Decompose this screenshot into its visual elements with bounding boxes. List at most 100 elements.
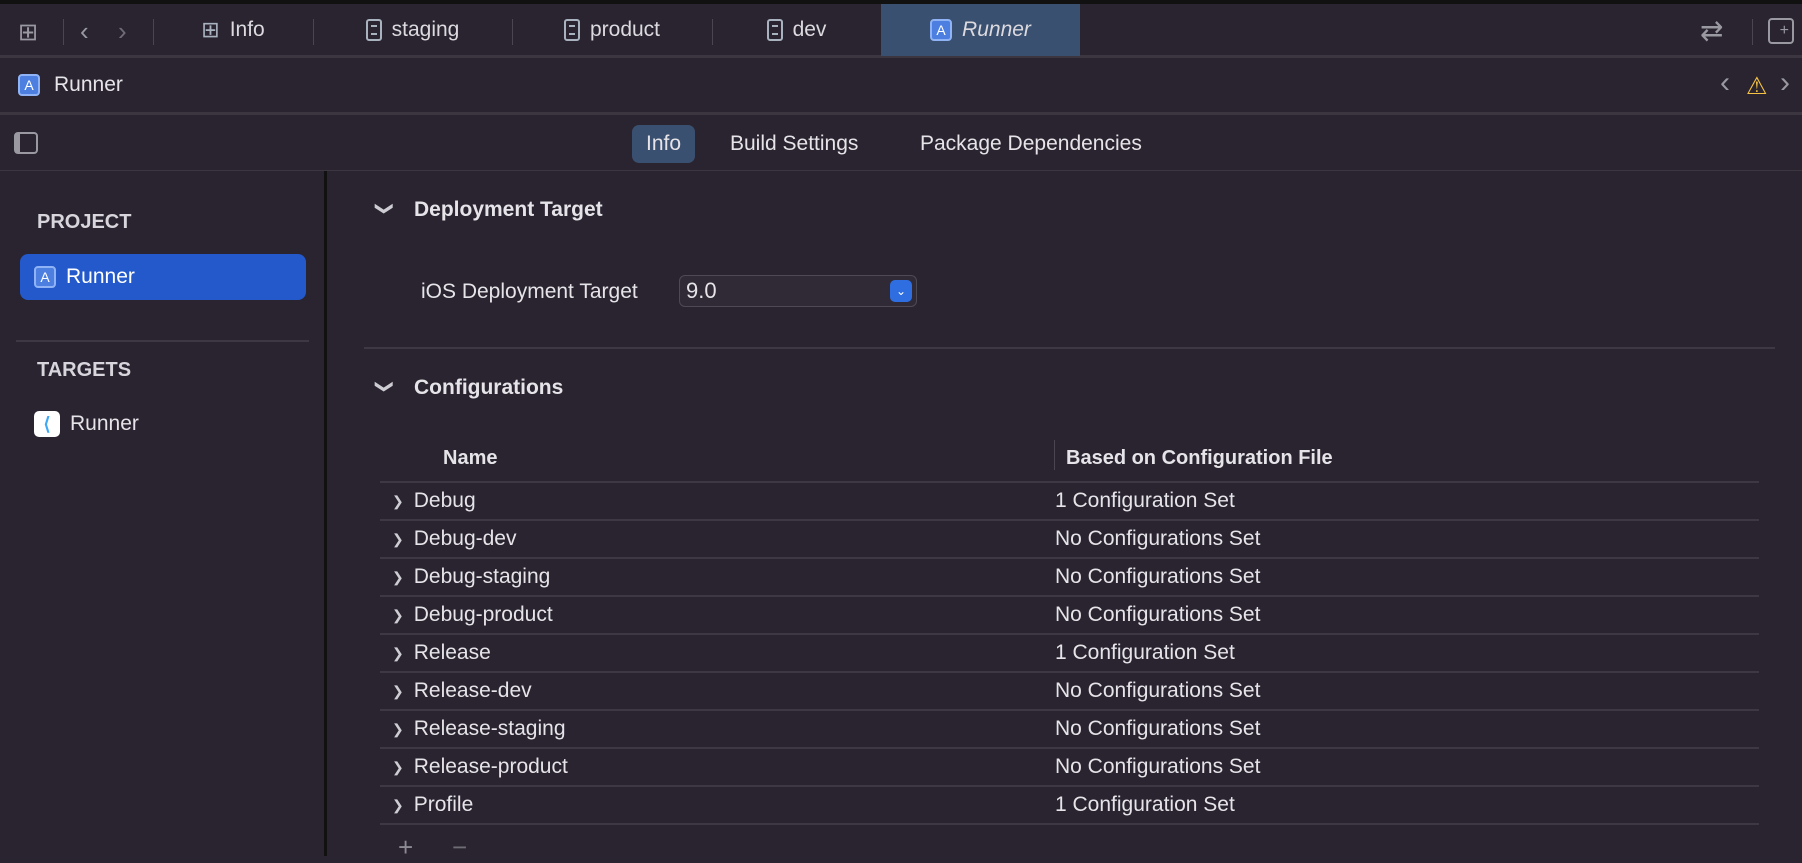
table-row[interactable]: ❯ Release-staging No Configurations Set: [380, 711, 1759, 749]
warning-icon[interactable]: ⚠: [1746, 72, 1768, 101]
tab-build-settings[interactable]: Build Settings: [716, 125, 872, 163]
name-cell: ❯ Release-product: [380, 755, 1055, 779]
add-editor-panel-icon[interactable]: +: [1768, 18, 1794, 44]
forward-chevron-icon[interactable]: ›: [118, 16, 127, 47]
configuration-file: 1 Configuration Set: [1055, 489, 1235, 512]
expand-chevron-icon[interactable]: ❯: [392, 721, 404, 738]
name-cell: ❯ Release-dev: [380, 679, 1055, 703]
column-divider: [1054, 440, 1055, 470]
configuration-file: No Configurations Set: [1055, 603, 1261, 626]
table-header: Name Based on Configuration File: [380, 436, 1759, 483]
sidebar-item-project-runner[interactable]: A Runner: [20, 254, 306, 300]
collapse-deployment-chevron-icon[interactable]: ❯: [374, 201, 395, 216]
swap-arrows-icon[interactable]: ⇄: [1700, 14, 1723, 47]
name-cell: ❯ Release-staging: [380, 717, 1055, 741]
table-row[interactable]: ❯ Release-dev No Configurations Set: [380, 673, 1759, 711]
collapse-configurations-chevron-icon[interactable]: ❯: [374, 379, 395, 394]
tab-dev[interactable]: dev: [712, 4, 881, 56]
column-header-file[interactable]: Based on Configuration File: [1055, 447, 1333, 470]
table-row[interactable]: ❯ Debug-staging No Configurations Set: [380, 559, 1759, 597]
configuration-name: Debug-staging: [413, 565, 551, 588]
expand-chevron-icon[interactable]: ❯: [392, 493, 404, 510]
configuration-file: No Configurations Set: [1055, 717, 1261, 740]
sidebar-item-target-runner[interactable]: ⟨ Runner: [20, 401, 306, 447]
app-project-icon: A: [34, 266, 56, 288]
table-row[interactable]: ❯ Release 1 Configuration Set: [380, 635, 1759, 673]
configuration-name: Release-product: [413, 755, 568, 778]
jump-bar-runner[interactable]: Runner: [54, 73, 123, 97]
expand-chevron-icon[interactable]: ❯: [392, 683, 404, 700]
tab-info[interactable]: ⊞ Info: [153, 4, 313, 56]
name-cell: ❯ Debug-product: [380, 603, 1055, 627]
tab-product[interactable]: product: [512, 4, 712, 56]
tab-package-dependencies[interactable]: Package Dependencies: [906, 125, 1156, 163]
sidebar-toggle-icon[interactable]: [14, 132, 38, 154]
configurations-heading: Configurations: [414, 376, 564, 399]
remove-configuration-button[interactable]: −: [452, 832, 467, 863]
tab-label: Build Settings: [730, 132, 859, 155]
ios-deployment-target-popup[interactable]: 9.0 ⌄: [679, 275, 917, 307]
configuration-name: Debug: [413, 489, 476, 512]
divider: [364, 347, 1775, 349]
configuration-name: Release-dev: [413, 679, 532, 702]
configuration-name: Debug-dev: [413, 527, 517, 550]
divider: [1752, 19, 1753, 45]
expand-chevron-icon[interactable]: ❯: [392, 531, 404, 548]
tab-label: dev: [792, 18, 827, 41]
project-navigator: PROJECT A Runner TARGETS ⟨ Runner: [0, 171, 327, 856]
sidebar-item-label: Runner: [66, 265, 135, 288]
deployment-target-heading: Deployment Target: [414, 198, 603, 221]
configuration-name: Release: [413, 641, 491, 664]
tab-staging[interactable]: staging: [313, 4, 512, 56]
document-icon: [365, 19, 382, 41]
chevron-down-icon: ⌄: [890, 280, 912, 302]
expand-chevron-icon[interactable]: ❯: [392, 607, 404, 624]
back-chevron-icon[interactable]: ‹: [80, 16, 89, 47]
document-icon: [766, 19, 783, 41]
related-items-grid-icon[interactable]: ⊞: [18, 18, 38, 47]
sidebar-item-label: Runner: [70, 412, 139, 435]
configuration-file: No Configurations Set: [1055, 755, 1261, 778]
configuration-file: No Configurations Set: [1055, 565, 1261, 588]
document-icon: [563, 19, 580, 41]
table-icon: ⊞: [201, 17, 220, 42]
name-cell: ❯ Release: [380, 641, 1055, 665]
name-cell: ❯ Debug-dev: [380, 527, 1055, 551]
tab-label: staging: [391, 18, 460, 41]
divider: [63, 19, 64, 45]
expand-chevron-icon[interactable]: ❯: [392, 569, 404, 586]
name-cell: ❯ Debug: [380, 489, 1055, 513]
tab-label: Info: [646, 132, 682, 155]
tab-info-editor[interactable]: Info: [632, 125, 696, 163]
project-section-header: PROJECT: [37, 211, 132, 233]
popup-value: 9.0: [686, 278, 717, 303]
table-row[interactable]: ❯ Release-product No Configurations Set: [380, 749, 1759, 787]
tab-bar: ⊞ ‹ › ⊞ Info staging product dev A Runner …: [0, 4, 1802, 58]
ios-deployment-target-label: iOS Deployment Target: [421, 280, 638, 303]
divider: [16, 340, 309, 342]
table-row[interactable]: ❯ Debug 1 Configuration Set: [380, 483, 1759, 521]
table-row[interactable]: ❯ Debug-product No Configurations Set: [380, 597, 1759, 635]
configuration-name: Release-staging: [413, 717, 566, 740]
expand-chevron-icon[interactable]: ❯: [392, 645, 404, 662]
expand-chevron-icon[interactable]: ❯: [392, 759, 404, 776]
configuration-file: 1 Configuration Set: [1055, 793, 1235, 816]
tab-label: Runner: [962, 18, 1031, 41]
name-cell: ❯ Profile: [380, 793, 1055, 817]
tab-runner[interactable]: A Runner: [881, 4, 1080, 56]
expand-chevron-icon[interactable]: ❯: [392, 797, 404, 814]
flutter-icon: ⟨: [34, 411, 60, 437]
next-issue-icon[interactable]: ›: [1780, 66, 1790, 100]
add-configuration-button[interactable]: +: [398, 832, 413, 863]
column-header-name[interactable]: Name: [380, 447, 1055, 470]
table-row[interactable]: ❯ Debug-dev No Configurations Set: [380, 521, 1759, 559]
tab-label: Package Dependencies: [920, 132, 1142, 155]
app-project-icon: A: [18, 74, 40, 96]
targets-section-header: TARGETS: [37, 359, 132, 381]
tab-label: product: [589, 18, 661, 41]
configuration-file: 1 Configuration Set: [1055, 641, 1235, 664]
jump-bar: A Runner ‹ ⚠ ›: [0, 58, 1802, 115]
previous-issue-icon[interactable]: ‹: [1720, 66, 1730, 100]
configuration-file: No Configurations Set: [1055, 679, 1261, 702]
table-row[interactable]: ❯ Profile 1 Configuration Set: [380, 787, 1759, 825]
